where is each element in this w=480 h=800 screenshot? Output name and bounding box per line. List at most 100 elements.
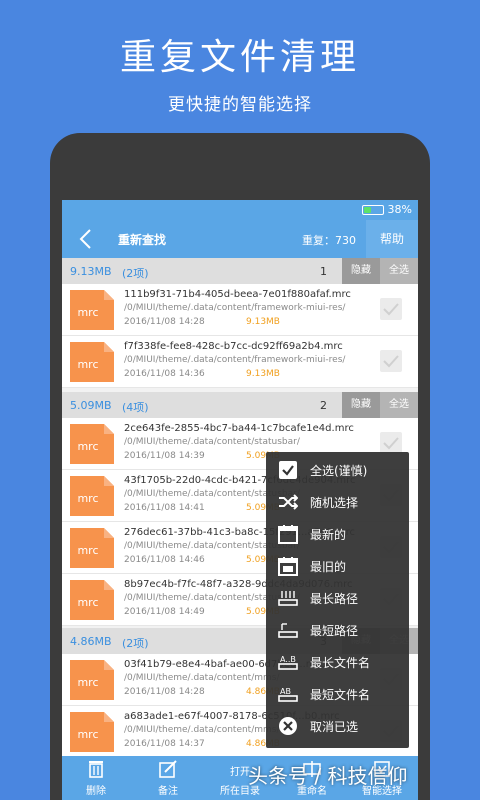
file-icon: mrc — [70, 290, 114, 330]
select-all-button[interactable]: 全选 — [380, 258, 418, 284]
item-checkbox[interactable] — [380, 298, 402, 320]
short-path-icon — [278, 623, 298, 638]
page-title[interactable]: 重新查找 — [118, 231, 166, 248]
file-type-label: mrc — [77, 596, 98, 609]
long-filename-icon: A..B — [278, 655, 298, 670]
menu-label: 最新的 — [310, 528, 347, 542]
file-type-label: mrc — [77, 440, 98, 453]
calendar-old-icon — [278, 557, 298, 576]
group-index: 2 — [320, 399, 327, 412]
file-size: 9.13MB — [246, 369, 280, 379]
file-date: 2016/11/08 14:36 — [124, 369, 205, 379]
calendar-new-icon — [278, 525, 298, 544]
menu-label: 最短文件名 — [310, 688, 371, 702]
group-index: 1 — [320, 265, 327, 278]
watermark: 头条号 / 科技信仰 — [248, 764, 408, 788]
long-path-icon — [278, 591, 298, 606]
file-date: 2016/11/08 14:49 — [124, 607, 205, 617]
file-name: 2ce643fe-2855-4bc7-ba44-1c7bcafe1e4d.mrc — [124, 423, 354, 434]
hide-button[interactable]: 隐藏 — [342, 392, 380, 418]
menu-label: 取消已选 — [310, 720, 359, 734]
menu-label: 随机选择 — [310, 496, 359, 510]
svg-text:AB: AB — [280, 687, 291, 696]
check-icon — [383, 355, 399, 368]
note-label: 备注 — [158, 786, 178, 797]
file-icon: mrc — [70, 712, 114, 752]
file-date: 2016/11/08 14:41 — [124, 503, 205, 513]
group-header: 5.09MB (4项) 2 隐藏 全选 — [62, 392, 418, 418]
group-size: 5.09MB — [70, 399, 112, 412]
menu-item-longest-filename[interactable]: A..B 最长文件名 — [266, 646, 409, 678]
file-size: 9.13MB — [246, 317, 280, 327]
promo-title: 重复文件清理 — [119, 37, 360, 78]
cancel-icon — [279, 717, 297, 735]
hide-button[interactable]: 隐藏 — [342, 258, 380, 284]
file-type-label: mrc — [77, 358, 98, 371]
group-size: 4.86MB — [70, 635, 112, 648]
file-icon: mrc — [70, 528, 114, 568]
menu-item-select-all[interactable]: 全选(谨慎) — [266, 454, 409, 486]
list-item[interactable]: mrc 111b9f31-71b4-405d-beea-7e01f880afaf… — [62, 284, 418, 336]
file-date: 2016/11/08 14:28 — [124, 317, 205, 327]
note-button[interactable]: 备注 — [138, 756, 198, 800]
menu-label: 全选(谨慎) — [310, 464, 368, 478]
group-count: (2项) — [122, 637, 149, 650]
status-bar: 38% — [62, 200, 418, 220]
menu-item-shortest-filename[interactable]: AB 最短文件名 — [266, 678, 409, 710]
file-path: /0/MIUI/theme/.data/content/statusbar/ — [124, 437, 300, 447]
file-icon: mrc — [70, 476, 114, 516]
menu-item-random[interactable]: 随机选择 — [266, 486, 409, 518]
delete-label: 删除 — [86, 786, 106, 797]
check-icon — [383, 437, 399, 450]
file-path: /0/MIUI/theme/.data/content/mms/ — [124, 673, 280, 683]
item-checkbox[interactable] — [380, 432, 402, 454]
menu-item-longest-path[interactable]: 最长路径 — [266, 582, 409, 614]
file-name: 111b9f31-71b4-405d-beea-7e01f880afaf.mrc — [124, 289, 351, 300]
battery-percent: 38% — [387, 203, 412, 216]
group-header: 9.13MB (2项) 1 隐藏 全选 — [62, 258, 418, 284]
file-path: /0/MIUI/theme/.data/content/mms/ — [124, 725, 280, 735]
svg-text:A..B: A..B — [280, 655, 296, 664]
battery-icon — [362, 205, 384, 215]
smart-select-menu: 全选(谨慎) 随机选择 最新的 最旧的 最长路径 最短路径 A..B 最长文件名… — [266, 452, 409, 748]
help-button[interactable]: 帮助 — [366, 220, 418, 258]
item-checkbox[interactable] — [380, 350, 402, 372]
check-square-icon — [279, 461, 297, 479]
file-date: 2016/11/08 14:39 — [124, 451, 205, 461]
file-icon: mrc — [70, 580, 114, 620]
edit-note-icon — [159, 760, 177, 778]
battery-level — [364, 207, 371, 213]
file-date: 2016/11/08 14:28 — [124, 687, 205, 697]
promo-subtitle: 更快捷的智能选择 — [168, 95, 312, 115]
trash-icon — [89, 761, 103, 778]
file-path: /0/MIUI/theme/.data/content/framework-mi… — [124, 355, 346, 365]
repeat-count: 重复：730 — [302, 234, 356, 247]
menu-item-oldest[interactable]: 最旧的 — [266, 550, 409, 582]
select-all-button[interactable]: 全选 — [380, 392, 418, 418]
list-item[interactable]: mrc f7f338fe-fee8-428c-b7cc-dc92ff69a2b4… — [62, 336, 418, 388]
file-type-label: mrc — [77, 492, 98, 505]
shuffle-icon — [279, 494, 298, 510]
check-icon — [383, 303, 399, 316]
file-icon: mrc — [70, 342, 114, 382]
menu-item-newest[interactable]: 最新的 — [266, 518, 409, 550]
group-count: (4项) — [122, 401, 149, 414]
chevron-left-icon[interactable] — [76, 228, 96, 250]
file-type-label: mrc — [77, 728, 98, 741]
file-path: /0/MIUI/theme/.data/content/framework-mi… — [124, 303, 346, 313]
group-count: (2项) — [122, 267, 149, 280]
file-name: f7f338fe-fee8-428c-b7cc-dc92ff69a2b4.mrc — [124, 341, 343, 352]
menu-item-cancel-selection[interactable]: 取消已选 — [266, 710, 409, 742]
menu-label: 最长路径 — [310, 592, 359, 606]
file-icon: mrc — [70, 660, 114, 700]
menu-label: 最长文件名 — [310, 656, 371, 670]
app-bar: 重新查找 重复：730 帮助 — [62, 220, 418, 258]
menu-item-shortest-path[interactable]: 最短路径 — [266, 614, 409, 646]
delete-button[interactable]: 删除 — [66, 756, 126, 800]
menu-label: 最短路径 — [310, 624, 359, 638]
file-date: 2016/11/08 14:37 — [124, 739, 205, 749]
file-type-label: mrc — [77, 544, 98, 557]
file-type-label: mrc — [77, 676, 98, 689]
file-type-label: mrc — [77, 306, 98, 319]
menu-label: 最旧的 — [310, 560, 347, 574]
